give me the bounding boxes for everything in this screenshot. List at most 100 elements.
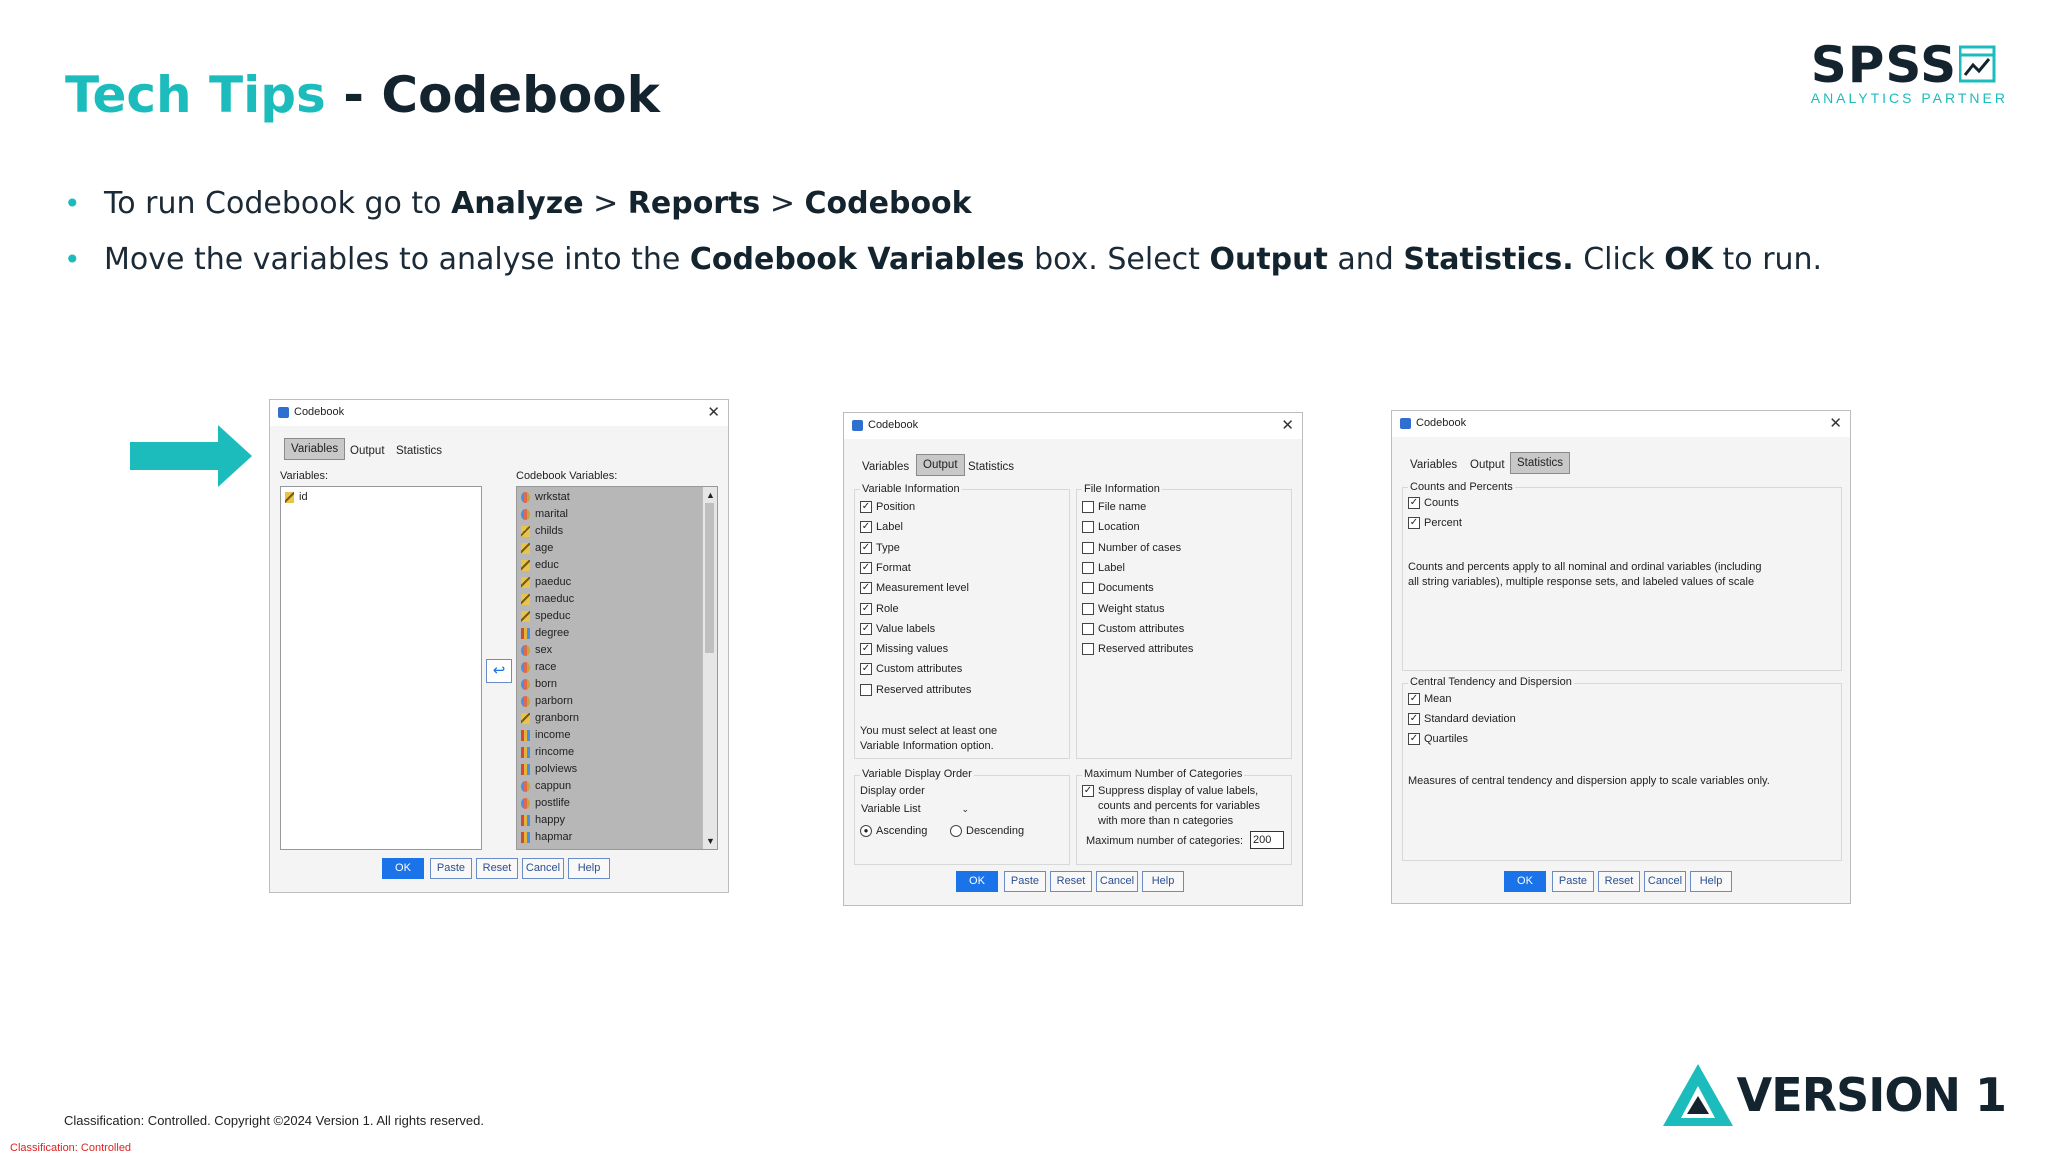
list-item[interactable]: paeduc — [521, 576, 571, 588]
descending-radio[interactable]: Descending — [950, 825, 1024, 837]
option-checkbox[interactable]: ✓ Counts — [1408, 497, 1459, 509]
scrollbar[interactable]: ▲ ▼ — [702, 487, 717, 849]
list-item[interactable]: id — [285, 491, 308, 503]
close-icon[interactable]: ✕ — [707, 403, 720, 421]
option-checkbox[interactable]: ✓ Label — [860, 521, 903, 534]
cancel-button[interactable]: Cancel — [522, 858, 564, 879]
variable-name: marital — [535, 508, 569, 520]
bullet-dot-icon: • — [64, 187, 81, 220]
tab-variables[interactable]: Variables — [1404, 455, 1463, 475]
scroll-up-icon[interactable]: ▲ — [706, 490, 715, 500]
checked-icon: ✓ — [860, 501, 872, 513]
option-checkbox[interactable]: ✓ Format — [860, 561, 911, 574]
tab-statistics[interactable]: Statistics — [962, 457, 1020, 477]
list-item[interactable]: educ — [521, 559, 559, 571]
reset-button[interactable]: Reset — [1598, 871, 1640, 892]
help-button[interactable]: Help — [1142, 871, 1184, 892]
option-label: Percent — [1424, 517, 1462, 529]
option-checkbox[interactable]: File name — [1082, 501, 1146, 513]
tab-statistics[interactable]: Statistics — [390, 441, 448, 461]
option-checkbox[interactable]: ✓ Percent — [1408, 517, 1462, 529]
codebook-variables-label: Codebook Variables: — [516, 470, 618, 482]
option-checkbox[interactable]: ✓ Missing values — [860, 643, 948, 656]
option-checkbox[interactable]: Location — [1082, 521, 1140, 534]
help-button[interactable]: Help — [568, 858, 610, 879]
cancel-button[interactable]: Cancel — [1644, 871, 1686, 892]
ok-button[interactable]: OK — [382, 858, 424, 879]
checked-icon: ✓ — [860, 561, 872, 574]
variable-name: parborn — [535, 695, 573, 707]
list-item[interactable]: postlife — [521, 797, 570, 809]
display-order-select[interactable]: Variable List ⌄ — [858, 801, 973, 817]
paste-button[interactable]: Paste — [1552, 871, 1594, 892]
option-checkbox[interactable]: ✓ Measurement level — [860, 582, 969, 595]
option-checkbox[interactable]: Label — [1082, 561, 1125, 574]
tab-variables[interactable]: Variables — [856, 457, 915, 477]
reset-button[interactable]: Reset — [1050, 871, 1092, 892]
unchecked-icon — [1082, 501, 1094, 513]
dialog-titlebar: Codebook ✕ — [844, 413, 1302, 439]
tab-output[interactable]: Output — [916, 454, 965, 476]
list-item[interactable]: granborn — [521, 712, 579, 724]
list-item[interactable]: race — [521, 661, 556, 673]
option-checkbox[interactable]: Custom attributes — [1082, 622, 1184, 635]
option-checkbox[interactable]: Number of cases — [1082, 541, 1181, 554]
suppress-checkbox[interactable]: ✓ Suppress display of value labels, — [1082, 785, 1258, 797]
option-checkbox[interactable]: ✓ Position — [860, 501, 915, 513]
scroll-thumb[interactable] — [705, 503, 714, 653]
list-item[interactable]: childs — [521, 525, 563, 537]
variable-name: postlife — [535, 797, 570, 809]
option-checkbox[interactable]: ✓ Mean — [1408, 693, 1452, 705]
list-item[interactable]: cappun — [521, 780, 571, 792]
list-item[interactable]: age — [521, 542, 553, 554]
bullet-text: and — [1327, 242, 1404, 277]
tab-output[interactable]: Output — [1464, 455, 1511, 475]
nominal-variable-icon — [521, 695, 530, 707]
list-item[interactable]: rincome — [521, 746, 574, 758]
list-item[interactable]: sex — [521, 644, 552, 656]
close-icon[interactable]: ✕ — [1829, 414, 1842, 432]
option-checkbox[interactable]: Documents — [1082, 582, 1154, 595]
option-checkbox[interactable]: Reserved attributes — [1082, 643, 1193, 656]
close-icon[interactable]: ✕ — [1281, 416, 1294, 434]
paste-button[interactable]: Paste — [1004, 871, 1046, 892]
variables-list[interactable]: id — [280, 486, 482, 850]
help-button[interactable]: Help — [1690, 871, 1732, 892]
cancel-button[interactable]: Cancel — [1096, 871, 1138, 892]
list-item[interactable]: born — [521, 678, 557, 690]
list-item[interactable]: wrkstat — [521, 491, 570, 503]
list-item[interactable]: happy — [521, 814, 565, 826]
max-categories-input[interactable]: 200 — [1250, 831, 1284, 849]
option-label: Mean — [1424, 693, 1452, 705]
option-checkbox[interactable]: Reserved attributes — [860, 683, 971, 696]
list-item[interactable]: marital — [521, 508, 568, 520]
list-item[interactable]: maeduc — [521, 593, 574, 605]
tab-output[interactable]: Output — [344, 441, 391, 461]
option-checkbox[interactable]: ✓ Custom attributes — [860, 663, 962, 676]
reset-button[interactable]: Reset — [476, 858, 518, 879]
ok-button[interactable]: OK — [1504, 871, 1546, 892]
list-item[interactable]: degree — [521, 627, 569, 639]
list-item[interactable]: polviews — [521, 763, 577, 775]
central-tendency-note: Measures of central tendency and dispers… — [1408, 775, 1770, 787]
scale-variable-icon — [521, 525, 530, 537]
move-back-arrow-icon[interactable]: ↩ — [486, 659, 512, 683]
option-checkbox[interactable]: ✓ Quartiles — [1408, 733, 1468, 745]
list-item[interactable]: parborn — [521, 695, 573, 707]
list-item[interactable]: income — [521, 729, 570, 741]
codebook-variables-list[interactable]: ▲ ▼ wrkstat marital childs age educ paeduc mae… — [516, 486, 718, 850]
option-checkbox[interactable]: ✓ Role — [860, 602, 899, 615]
option-checkbox[interactable]: ✓ Type — [860, 541, 900, 554]
ascending-radio[interactable]: ● Ascending — [860, 825, 927, 837]
list-item[interactable]: hapmar — [521, 831, 572, 843]
scroll-down-icon[interactable]: ▼ — [706, 836, 715, 846]
ok-button[interactable]: OK — [956, 871, 998, 892]
tab-variables[interactable]: Variables — [284, 438, 346, 460]
option-checkbox[interactable]: ✓ Value labels — [860, 622, 935, 635]
suppress-label: Suppress display of value labels, — [1098, 785, 1259, 797]
list-item[interactable]: speduc — [521, 610, 570, 622]
option-checkbox[interactable]: ✓ Standard deviation — [1408, 713, 1516, 725]
paste-button[interactable]: Paste — [430, 858, 472, 879]
tab-statistics[interactable]: Statistics — [1510, 452, 1571, 474]
option-checkbox[interactable]: Weight status — [1082, 602, 1164, 615]
